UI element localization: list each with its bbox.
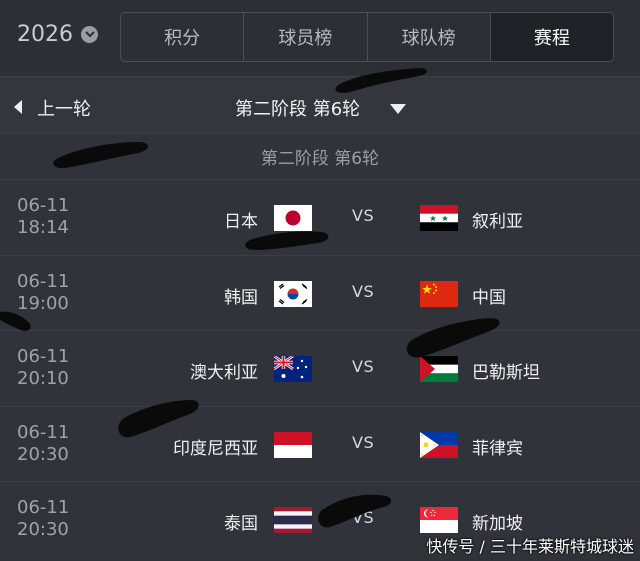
tab-schedule[interactable]: 赛程	[490, 13, 613, 61]
match-date: 06-11	[17, 346, 70, 367]
home-team-name: 韩国	[224, 287, 258, 308]
away-team-name: 叙利亚	[472, 212, 523, 232]
match-time: 20:10	[17, 368, 69, 389]
tab-team-rankings[interactable]: 球队榜	[368, 13, 491, 61]
tab-bar: 积分 球员榜 球队榜 赛程	[120, 12, 614, 62]
japan-flag-icon	[274, 205, 312, 231]
year-label: 2026	[17, 22, 73, 47]
away-team-name: 中国	[472, 287, 506, 308]
match-list: 06-11 18:14 日本 VS 叙利亚 06-11 19:00 韩国 VS …	[0, 179, 640, 557]
match-time: 19:00	[17, 292, 69, 314]
home-team-name: 澳大利亚	[190, 363, 258, 383]
match-date: 06-11	[17, 195, 70, 216]
away-team-name: 巴勒斯坦	[472, 363, 540, 383]
thailand-flag-icon	[274, 507, 312, 533]
match-datetime: 06-11 20:30	[17, 422, 69, 466]
previous-round-label: 上一轮	[37, 99, 91, 120]
match-datetime: 06-11 18:14	[17, 195, 69, 239]
tab-player-rankings[interactable]: 球员榜	[244, 13, 368, 61]
round-section-header: 第二阶段 第6轮	[0, 133, 640, 179]
caret-left-icon	[14, 98, 23, 119]
previous-round-button[interactable]: 上一轮	[14, 95, 91, 121]
match-datetime: 06-11 19:00	[17, 271, 69, 315]
match-date: 06-11	[17, 421, 70, 443]
match-time: 20:30	[17, 519, 69, 540]
watermark-text: 快传号 / 三十年莱斯特城球迷	[426, 537, 634, 556]
tab-standings[interactable]: 积分	[121, 13, 245, 61]
match-date: 06-11	[17, 497, 70, 518]
china-flag-icon	[420, 280, 458, 307]
vs-label: VS	[352, 357, 375, 376]
match-row[interactable]: 06-11 18:14 日本 VS 叙利亚	[0, 179, 640, 255]
match-row[interactable]: 06-11 19:00 韩国 VS 中国	[0, 254, 640, 330]
home-team-name: 日本	[224, 212, 258, 232]
vs-label: VS	[352, 206, 375, 225]
home-team-name: 印度尼西亚	[173, 438, 258, 459]
top-bar: 2026 积分 球员榜 球队榜 赛程	[0, 0, 640, 76]
home-team-name: 泰国	[224, 514, 258, 534]
away-team-name: 新加坡	[472, 514, 523, 534]
australia-flag-icon	[274, 356, 312, 382]
palestine-flag-icon	[420, 356, 458, 382]
match-datetime: 06-11 20:30	[17, 497, 69, 541]
match-datetime: 06-11 20:10	[17, 346, 69, 390]
syria-flag-icon	[420, 205, 458, 231]
chevron-down-icon	[81, 26, 98, 43]
match-row[interactable]: 06-11 20:30 印度尼西亚 VS 菲律宾	[0, 405, 640, 481]
vs-label: VS	[352, 281, 375, 301]
year-selector[interactable]: 2026	[17, 22, 98, 47]
indonesia-flag-icon	[274, 431, 312, 458]
round-dropdown[interactable]: 第二阶段 第6轮	[235, 95, 407, 121]
vs-label: VS	[352, 432, 375, 452]
away-team-name: 菲律宾	[472, 438, 523, 459]
match-row[interactable]: 06-11 20:10 澳大利亚 VS 巴勒斯坦	[0, 330, 640, 406]
vs-label: VS	[352, 508, 375, 527]
korea-flag-icon	[274, 280, 312, 307]
round-navigation: 上一轮 第二阶段 第6轮	[0, 76, 640, 133]
caret-down-icon	[390, 98, 407, 119]
philippines-flag-icon	[420, 431, 458, 458]
singapore-flag-icon	[420, 507, 458, 533]
round-dropdown-label: 第二阶段 第6轮	[235, 99, 361, 120]
match-time: 18:14	[17, 217, 69, 238]
match-time: 20:30	[17, 443, 69, 465]
match-date: 06-11	[17, 270, 70, 292]
section-title: 第二阶段 第6轮	[260, 149, 380, 169]
